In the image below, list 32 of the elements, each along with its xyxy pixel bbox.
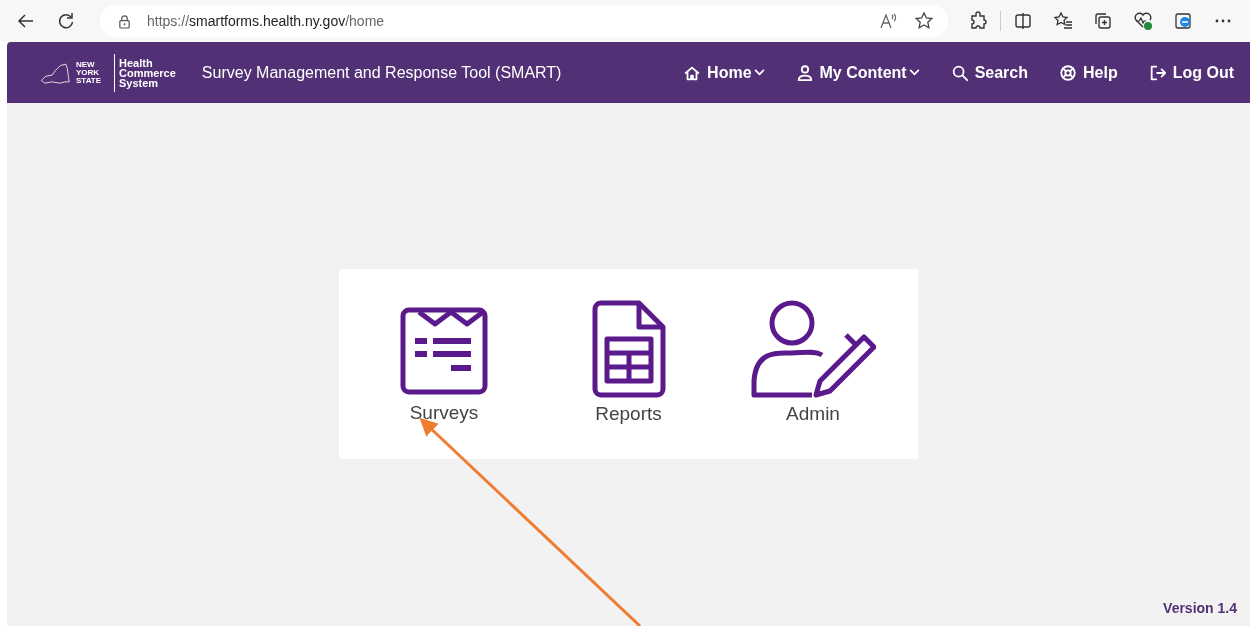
nav-link[interactable]: Help	[1059, 63, 1118, 82]
star-icon[interactable]	[914, 11, 934, 31]
collections-icon[interactable]	[1093, 11, 1113, 31]
tile-link[interactable]: Admin	[738, 299, 888, 425]
read-aloud-icon[interactable]	[878, 11, 898, 31]
spreadsheet-file-icon	[590, 299, 667, 399]
lock-icon	[118, 13, 131, 29]
survey-form-icon	[399, 306, 489, 396]
lifebuoy-icon	[1059, 63, 1077, 82]
version-text: Version 1.4	[1163, 600, 1237, 616]
refresh-icon[interactable]	[56, 11, 76, 31]
person-icon	[795, 63, 814, 82]
favorites-icon[interactable]	[1053, 11, 1073, 31]
tile-link[interactable]: Reports	[553, 299, 704, 425]
nav-link[interactable]: My Content	[795, 63, 920, 82]
logo-state-text: NEW YORK STATE	[76, 60, 103, 85]
app-title: Survey Management and Response Tool (SMART)	[201, 63, 562, 82]
tile-link[interactable]: Surveys	[369, 299, 519, 424]
nav-link[interactable]: Home	[683, 63, 765, 82]
split-screen-icon[interactable]	[1013, 11, 1033, 31]
extensions-icon[interactable]	[968, 11, 988, 31]
logout-icon	[1148, 63, 1167, 82]
nav-link[interactable]: Search	[950, 63, 1028, 82]
user-edit-icon	[750, 299, 876, 399]
caret-icon	[908, 69, 920, 76]
address-bar[interactable]: https://smartforms.health.ny.gov/home	[100, 5, 948, 37]
health-icon[interactable]	[1133, 11, 1153, 31]
url-text: https://smartforms.health.ny.gov/home	[147, 13, 385, 29]
search-icon	[950, 63, 969, 82]
caret-icon	[753, 69, 765, 76]
nav-link[interactable]: Log Out	[1148, 63, 1234, 82]
logo-text: Health Commerce System	[119, 57, 176, 88]
